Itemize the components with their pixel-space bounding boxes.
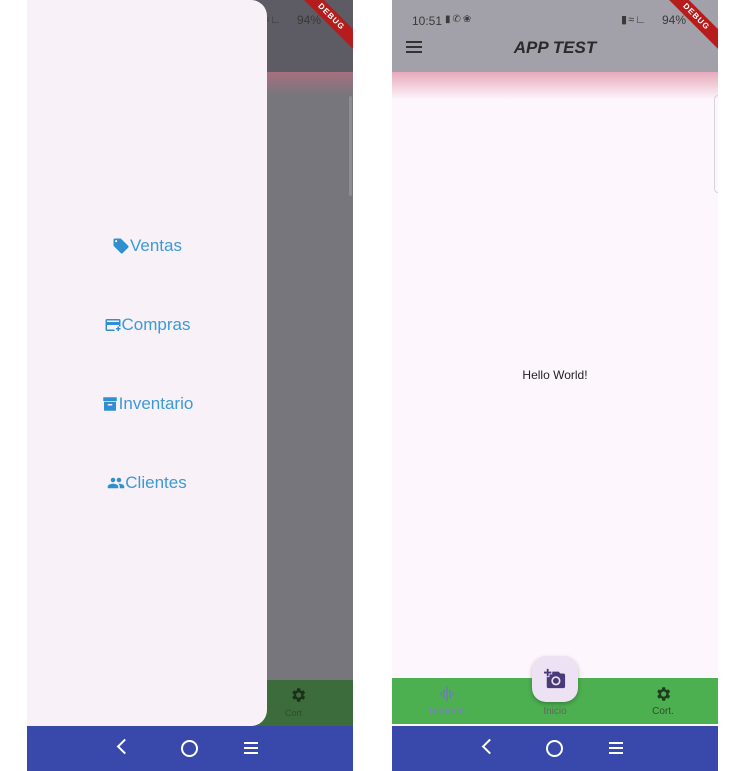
nav-item-cort[interactable]: Cort.	[623, 678, 703, 724]
drawer-item-ventas[interactable]: Ventas	[27, 231, 267, 261]
add-camera-icon	[544, 668, 566, 689]
system-navigation-bar	[392, 726, 718, 771]
phone-screen-drawer-open: Cort 10:51 ▮✆❀ ▮≈∟ 94% DEBUG Ventas Comp…	[27, 0, 353, 771]
people-icon	[108, 477, 125, 489]
drawer-item-label: Clientes	[125, 473, 187, 492]
graphic-eq-icon	[440, 686, 454, 702]
app-bar-shadow	[392, 72, 718, 100]
back-icon[interactable]	[481, 738, 498, 755]
card-plus-icon	[105, 319, 121, 331]
add-photo-fab[interactable]	[532, 656, 578, 702]
home-icon[interactable]	[546, 740, 563, 757]
archive-icon	[102, 397, 117, 411]
drawer-item-label: Inventario	[118, 394, 194, 413]
whatsapp-icon: ✆	[452, 14, 463, 25]
status-bar: 10:51 ▮✆❀ ▮≈∟ 94%	[392, 0, 718, 38]
navigation-drawer: Ventas Compras Inventario Clientes	[27, 0, 267, 726]
nav-label: Cort.	[652, 706, 674, 717]
edge-panel-handle[interactable]	[714, 95, 718, 193]
signal-icon: ∟	[635, 14, 647, 26]
recent-apps-icon[interactable]	[244, 742, 258, 754]
recent-apps-icon[interactable]	[609, 742, 623, 754]
notification-icons: ▮✆❀	[445, 14, 473, 25]
system-icons: ▮≈∟	[621, 13, 647, 26]
status-time: 10:51	[412, 14, 443, 28]
game-icon: ❀	[462, 14, 474, 25]
body-text: Hello World!	[522, 368, 588, 382]
battery-saver-icon: ▮	[621, 14, 629, 26]
drawer-item-label: Compras	[121, 315, 191, 334]
nav-item-reporte[interactable]: Reporte	[407, 678, 487, 724]
back-icon[interactable]	[116, 738, 133, 755]
phone-screen-home: APP TEST 10:51 ▮✆❀ ▮≈∟ 94% DEBUG Hello W…	[392, 0, 718, 771]
drawer-item-label: Ventas	[130, 236, 182, 255]
tag-icon	[113, 238, 129, 254]
settings-icon	[657, 687, 671, 701]
nav-label: Reporte	[429, 706, 465, 717]
home-icon[interactable]	[181, 740, 198, 757]
system-navigation-bar	[27, 726, 353, 771]
sim-icon: ▮	[445, 14, 453, 25]
drawer-item-inventario[interactable]: Inventario	[27, 389, 267, 419]
nav-label: Inicio	[543, 706, 567, 717]
drawer-item-clientes[interactable]: Clientes	[27, 468, 267, 498]
drawer-item-compras[interactable]: Compras	[27, 310, 267, 340]
battery-level: 94%	[662, 13, 687, 27]
settings-icon	[292, 688, 306, 702]
battery-level: 94%	[297, 13, 322, 27]
signal-icon: ∟	[270, 14, 282, 26]
scrollbar	[349, 96, 352, 196]
app-title: APP TEST	[513, 38, 597, 57]
nav-label-cort-partial: Cort	[285, 708, 303, 718]
